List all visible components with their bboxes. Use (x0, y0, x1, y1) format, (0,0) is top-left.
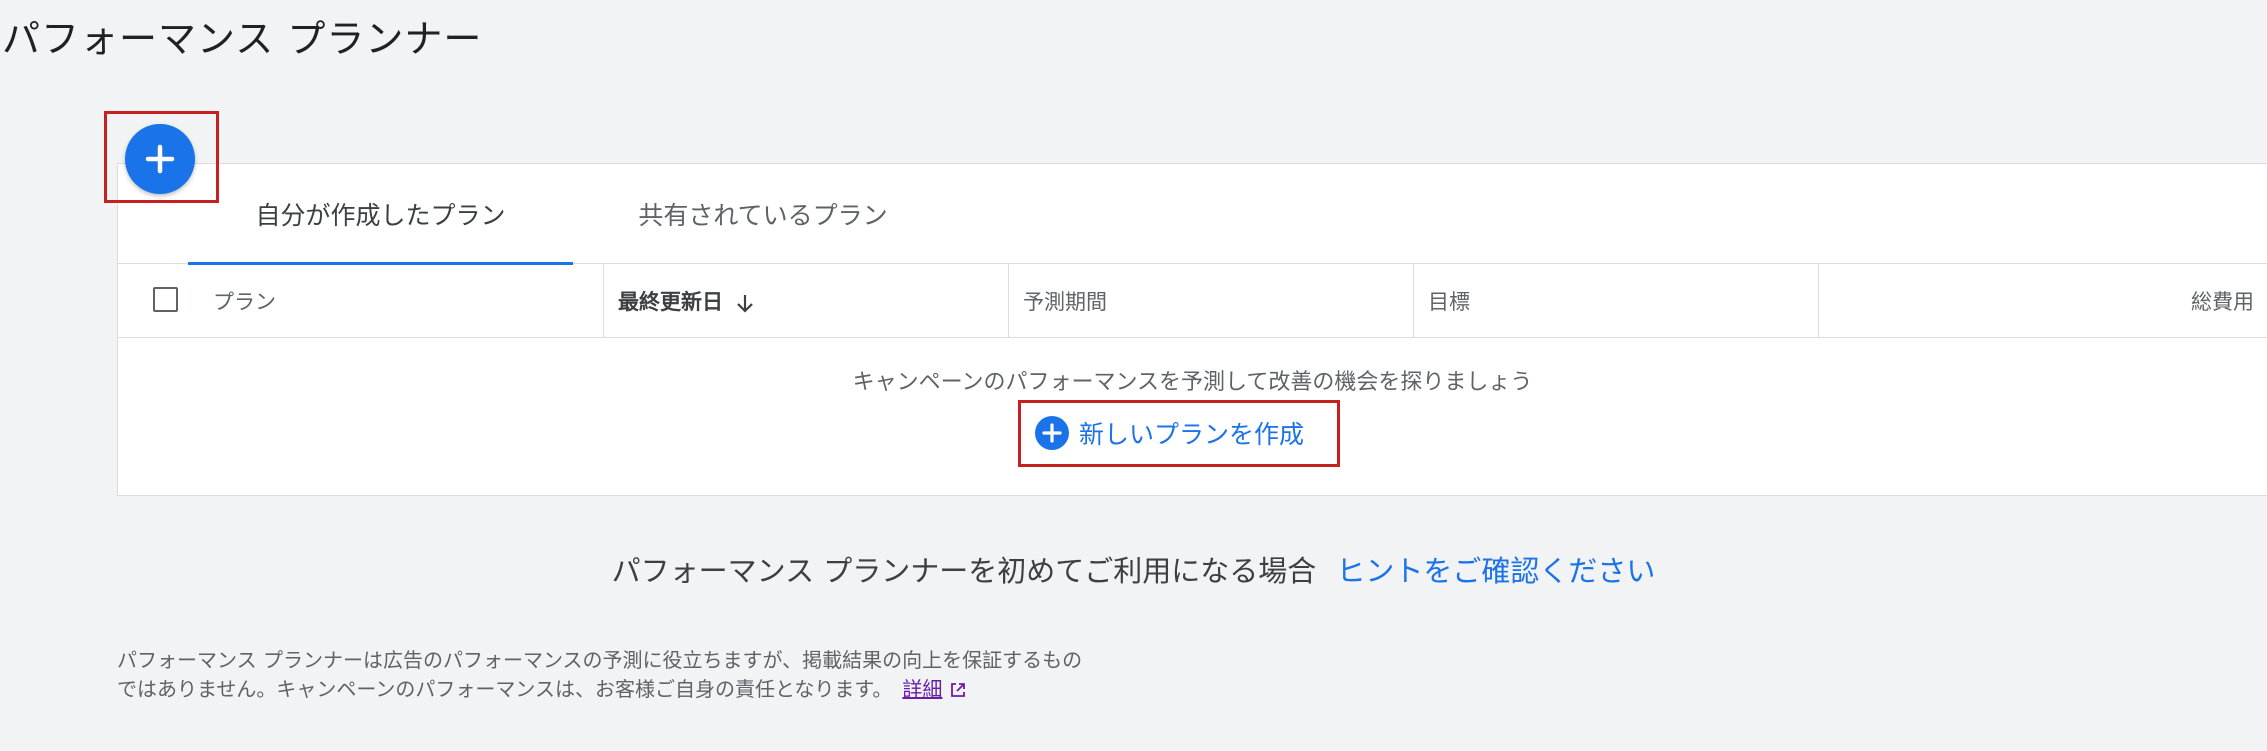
column-header-forecast-period[interactable]: 予測期間 (1008, 264, 1413, 337)
plus-icon (145, 144, 175, 174)
table-header: プラン 最終更新日 予測期間 目標 総費用 (118, 264, 2267, 338)
tab-my-plans[interactable]: 自分が作成したプラン (188, 164, 573, 265)
page-title: パフォーマンス プランナー (2, 17, 483, 61)
arrow-down-icon (735, 293, 755, 315)
details-link[interactable]: 詳細 (902, 677, 942, 701)
plus-icon (1035, 416, 1069, 450)
hint-row: パフォーマンス プランナーを初めてご利用になる場合 ヒントをご確認ください (0, 548, 2267, 590)
external-link-icon[interactable] (950, 677, 966, 697)
tab-bar: 自分が作成したプラン 共有されているプラン (118, 164, 2267, 265)
column-header-total-cost[interactable]: 総費用 (1818, 264, 2267, 337)
column-header-plan[interactable]: プラン (213, 264, 603, 337)
disclaimer-line-1: パフォーマンス プランナーは広告のパフォーマンスの予測に役立ちますが、掲載結果の… (117, 648, 1083, 672)
create-new-plan-label: 新しいプランを作成 (1079, 420, 1305, 449)
add-plan-fab-button[interactable] (125, 124, 195, 194)
disclaimer-line-2: ではありません。キャンペーンのパフォーマンスは、お客様ご自身の責任となります。 (117, 677, 893, 701)
column-header-last-updated[interactable]: 最終更新日 (603, 264, 1008, 337)
tab-shared-plans[interactable]: 共有されているプラン (573, 164, 953, 264)
select-all-checkbox[interactable] (153, 287, 178, 312)
column-header-target[interactable]: 目標 (1413, 264, 1818, 337)
hint-link[interactable]: ヒントをご確認ください (1336, 548, 1655, 590)
create-new-plan-button[interactable]: 新しいプランを作成 (1035, 411, 1304, 455)
hint-text: パフォーマンス プランナーを初めてご利用になる場合 (611, 554, 1317, 588)
disclaimer-line-2-row: ではありません。キャンペーンのパフォーマンスは、お客様ご自身の責任となります。詳… (117, 675, 1267, 704)
empty-state-message: キャンペーンのパフォーマンスを予測して改善の機会を探りましょう (852, 370, 1533, 395)
column-header-last-updated-label: 最終更新日 (618, 289, 723, 314)
disclaimer: パフォーマンス プランナーは広告のパフォーマンスの予測に役立ちますが、掲載結果の… (117, 646, 1267, 704)
